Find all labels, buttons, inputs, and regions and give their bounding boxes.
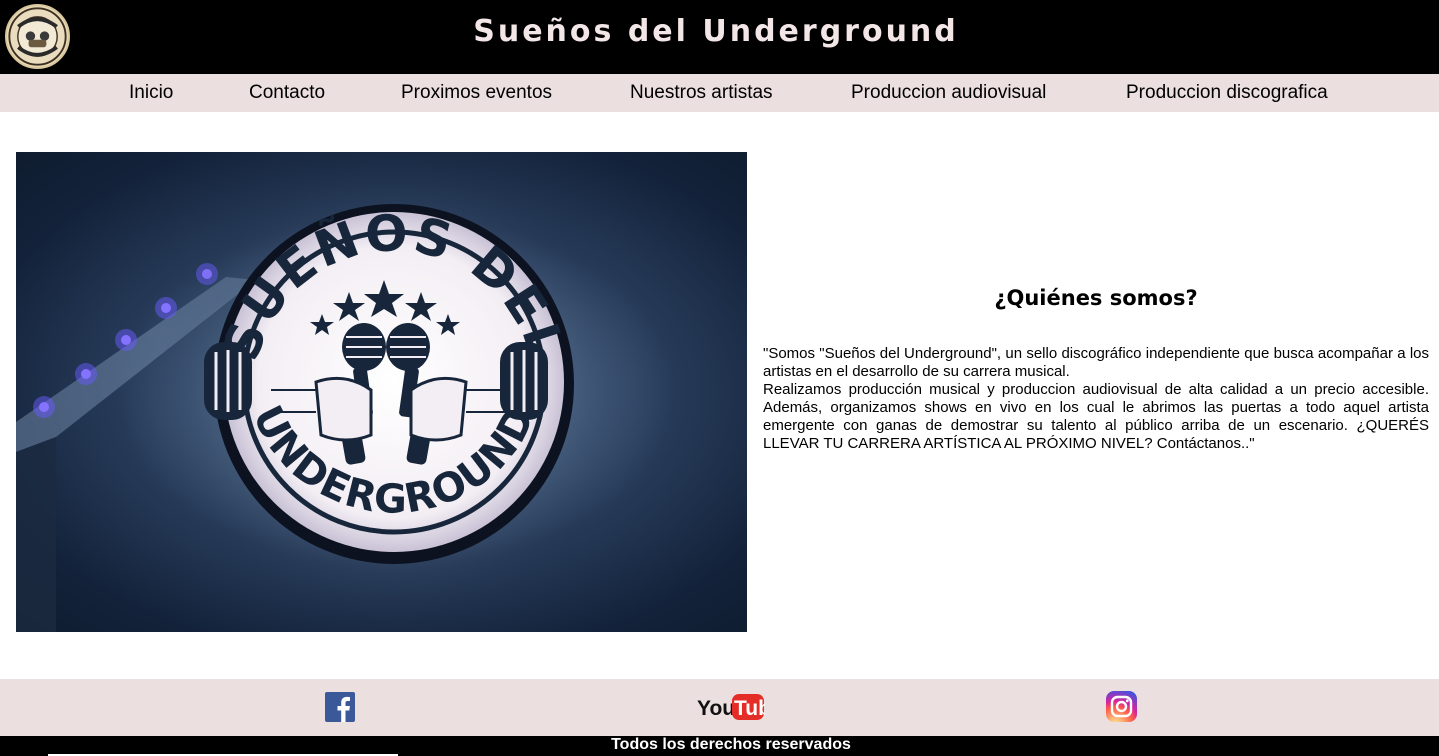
nav-item-produccion-audiovisual[interactable]: Produccion audiovisual <box>851 82 1046 104</box>
instagram-icon[interactable] <box>1106 691 1137 722</box>
nav-item-nuestros-artistas[interactable]: Nuestros artistas <box>630 82 773 104</box>
nav-item-proximos-eventos[interactable]: Proximos eventos <box>401 82 552 104</box>
site-title: Sueños del Underground <box>473 14 959 49</box>
about-paragraph-1: "Somos "Sueños del Underground", un sell… <box>763 345 1429 380</box>
site-header: Sueños del Underground <box>0 0 1439 74</box>
youtube-icon[interactable]: You Tube <box>697 691 783 723</box>
svg-text:You: You <box>697 697 735 720</box>
copyright-text: Todos los derechos reservados <box>611 736 851 753</box>
footer-social-bar: You Tube <box>0 679 1439 736</box>
nav-item-inicio[interactable]: Inicio <box>129 82 173 104</box>
nav-item-produccion-discografica[interactable]: Produccion discografica <box>1126 82 1328 104</box>
nav-item-contacto[interactable]: Contacto <box>249 82 325 104</box>
illuminated-sign-image: SUEÑOS DEL UNDERGROUND <box>16 152 634 632</box>
about-paragraph-2: Realizamos producción musical y producci… <box>763 381 1429 452</box>
copyright-bar: Todos los derechos reservados <box>0 736 1439 756</box>
main-nav: Inicio Contacto Proximos eventos Nuestro… <box>0 74 1439 112</box>
facebook-icon[interactable] <box>325 692 355 722</box>
about-heading: ¿Quiénes somos? <box>994 286 1198 310</box>
svg-text:Tube: Tube <box>734 697 765 720</box>
about-section: ¿Quiénes somos? "Somos "Sueños del Under… <box>763 150 1429 630</box>
about-text: "Somos "Sueños del Underground", un sell… <box>763 345 1429 453</box>
hero-image: SUEÑOS DEL UNDERGROUND <box>16 152 747 632</box>
